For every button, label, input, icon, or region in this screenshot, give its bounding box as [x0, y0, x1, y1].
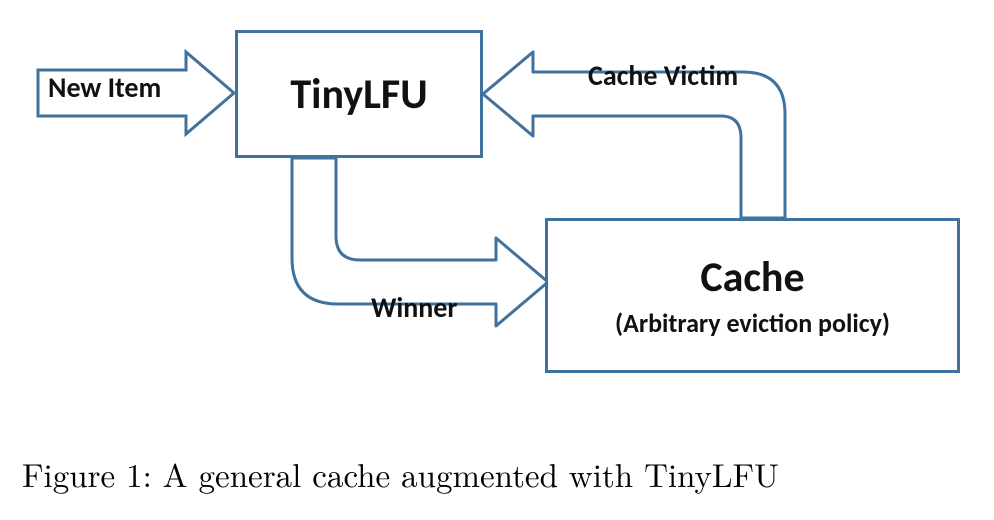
label-new-item: New Item [48, 70, 161, 105]
block-cache: Cache (Arbitrary eviction policy) [545, 218, 960, 373]
block-tinylfu: TinyLFU [235, 30, 483, 158]
tinylfu-title: TinyLFU [290, 69, 427, 120]
label-winner: Winner [371, 290, 457, 325]
cache-title: Cache [700, 252, 804, 303]
label-cache-victim: Cache Victim [588, 58, 738, 93]
diagram-stage: New Item Cache Victim Winner TinyLFU Cac… [0, 0, 994, 520]
figure-caption: Figure 1: A general cache augmented with… [22, 450, 972, 497]
cache-subtitle: (Arbitrary eviction policy) [615, 307, 890, 339]
